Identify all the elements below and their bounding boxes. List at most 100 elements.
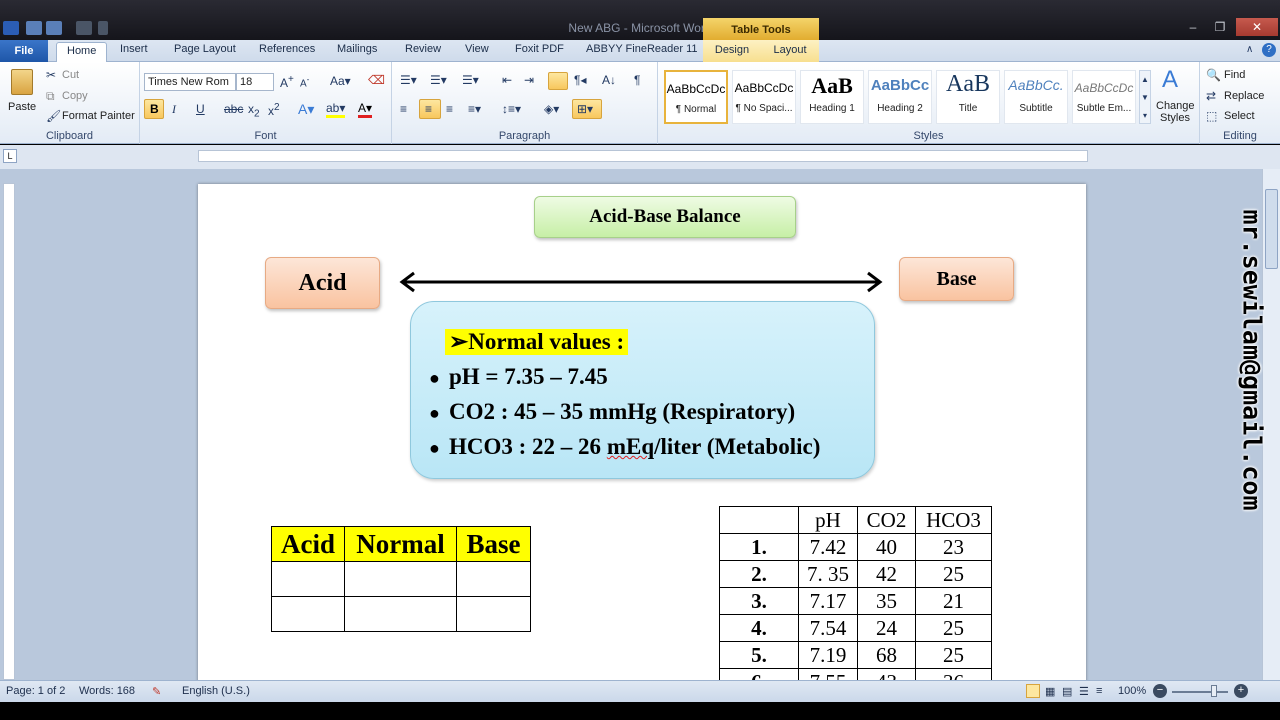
vertical-ruler[interactable] (3, 183, 15, 680)
style-subtle-emphasis[interactable]: AaBbCcDc Subtle Em... (1072, 70, 1136, 124)
tab-file[interactable]: File (0, 40, 48, 62)
tab-insert[interactable]: Insert (120, 43, 148, 55)
change-styles-button-line2[interactable]: Styles (1160, 112, 1190, 124)
multilevel-list-icon[interactable]: ☰▾ (462, 73, 479, 87)
font-color-icon[interactable]: A▾ (358, 101, 373, 118)
row-number-cell[interactable]: 2. (719, 560, 799, 588)
change-case-icon[interactable]: Aa▾ (330, 74, 351, 88)
zoom-slider-thumb[interactable] (1211, 685, 1217, 697)
font-name-dropdown[interactable]: Times New Rom (144, 73, 236, 91)
minimize-button[interactable]: – (1180, 18, 1206, 36)
co2-cell[interactable]: 35 (857, 587, 916, 615)
tab-selector[interactable]: L (3, 149, 17, 163)
help-icon[interactable]: ? (1262, 43, 1276, 57)
word-count[interactable]: Words: 168 (79, 685, 135, 697)
document-page[interactable]: Acid-Base Balance Acid Base ➢Normal valu… (198, 184, 1086, 696)
print-layout-view-icon[interactable] (1026, 684, 1040, 698)
shading-icon[interactable]: ◈▾ (544, 102, 559, 116)
zoom-level[interactable]: 100% (1118, 685, 1146, 697)
find-button[interactable]: Find (1224, 69, 1245, 81)
restore-button[interactable]: ❐ (1207, 18, 1233, 36)
row-number-cell[interactable]: 1. (719, 533, 799, 561)
hco3-cell[interactable]: 25 (915, 614, 992, 642)
hco3-cell[interactable]: 23 (915, 533, 992, 561)
format-painter-button[interactable]: Format Painter (62, 110, 135, 122)
table-cell[interactable] (456, 561, 531, 597)
borders-button[interactable]: ⊞▾ (572, 99, 602, 119)
abg-values-table[interactable]: pH CO2 HCO3 1. 7.42 40 23 2. 7. 35 42 25… (719, 506, 992, 696)
co2-cell[interactable]: 68 (857, 641, 916, 669)
hco3-cell[interactable]: 21 (915, 587, 992, 615)
co2-cell[interactable]: 24 (857, 614, 916, 642)
table-header-cell[interactable]: Base (456, 526, 531, 562)
co2-cell[interactable]: 42 (857, 560, 916, 588)
table-header-cell[interactable]: HCO3 (915, 506, 992, 534)
draft-view-icon[interactable]: ≡ (1096, 685, 1102, 697)
proofing-icon[interactable]: ✎ (152, 685, 161, 698)
hco3-cell[interactable]: 25 (915, 560, 992, 588)
align-right-icon[interactable]: ≡ (446, 102, 453, 116)
acid-shape[interactable]: Acid (265, 257, 380, 309)
grow-font-icon[interactable]: A+ (280, 74, 294, 90)
full-screen-reading-view-icon[interactable]: ▦ (1045, 685, 1055, 698)
strikethrough-icon[interactable]: abc (224, 102, 243, 116)
row-number-cell[interactable]: 3. (719, 587, 799, 615)
line-spacing-icon[interactable]: ↕≡▾ (502, 102, 521, 116)
normal-values-shape[interactable]: ➢Normal values : ● pH = 7.35 – 7.45 ● CO2 … (410, 301, 875, 479)
increase-indent-icon[interactable]: ⇥ (524, 73, 534, 87)
tab-references[interactable]: References (259, 43, 315, 55)
web-layout-view-icon[interactable]: ▤ (1062, 685, 1072, 698)
base-shape[interactable]: Base (899, 257, 1014, 301)
minimize-ribbon-icon[interactable]: ∧ (1246, 44, 1253, 55)
row-number-cell[interactable]: 5. (719, 641, 799, 669)
spelling-error-word[interactable]: mEq (607, 434, 654, 459)
outline-view-icon[interactable]: ☰ (1079, 685, 1089, 698)
co2-cell[interactable]: 40 (857, 533, 916, 561)
table-header-cell[interactable] (719, 506, 799, 534)
ph-cell[interactable]: 7.42 (798, 533, 858, 561)
italic-button[interactable]: I (172, 102, 176, 117)
table-header-cell[interactable]: CO2 (857, 506, 916, 534)
close-button[interactable]: ✕ (1236, 18, 1278, 36)
sort-icon[interactable]: A↓ (602, 73, 616, 87)
language-indicator[interactable]: English (U.S.) (182, 685, 250, 697)
style-heading-1[interactable]: AaB Heading 1 (800, 70, 864, 124)
tab-design[interactable]: Design (703, 40, 761, 62)
bullets-icon[interactable]: ☰▾ (400, 73, 417, 87)
table-header-cell[interactable]: pH (798, 506, 858, 534)
decrease-indent-icon[interactable]: ⇤ (502, 73, 512, 87)
subscript-icon[interactable]: x2 (248, 102, 260, 119)
page-count[interactable]: Page: 1 of 2 (6, 685, 65, 697)
highlight-color-icon[interactable]: ab▾ (326, 101, 346, 118)
tab-foxit-pdf[interactable]: Foxit PDF (515, 43, 564, 55)
cut-button[interactable]: Cut (62, 69, 79, 81)
rtl-direction-icon[interactable]: ¶◂ (574, 73, 586, 87)
underline-button[interactable]: U (196, 102, 205, 116)
clear-formatting-icon[interactable]: ⌫ (368, 73, 385, 87)
select-button[interactable]: Select (1224, 110, 1255, 122)
paste-button[interactable]: Paste (4, 66, 38, 124)
acid-normal-base-table[interactable]: Acid Normal Base (271, 526, 531, 632)
text-effects-icon[interactable]: A▾ (298, 101, 314, 118)
bold-button[interactable]: B (144, 99, 164, 119)
ltr-direction-button[interactable] (548, 72, 568, 90)
style-heading-2[interactable]: AaBbCc Heading 2 (868, 70, 932, 124)
table-header-cell[interactable]: Normal (344, 526, 457, 562)
ph-cell[interactable]: 7.19 (798, 641, 858, 669)
horizontal-ruler[interactable] (198, 150, 1088, 162)
hco3-cell[interactable]: 25 (915, 641, 992, 669)
table-cell[interactable] (271, 561, 345, 597)
ph-cell[interactable]: 7. 35 (798, 560, 858, 588)
align-center-button[interactable]: ≡ (419, 99, 441, 119)
zoom-slider[interactable] (1172, 691, 1228, 693)
change-styles-button[interactable]: Change (1156, 100, 1195, 112)
zoom-in-icon[interactable]: + (1234, 684, 1248, 698)
table-header-cell[interactable]: Acid (271, 526, 345, 562)
row-number-cell[interactable]: 4. (719, 614, 799, 642)
style-no-spacing[interactable]: AaBbCcDc ¶ No Spaci... (732, 70, 796, 124)
tab-page-layout[interactable]: Page Layout (174, 43, 236, 55)
table-cell[interactable] (271, 596, 345, 632)
font-size-dropdown[interactable]: 18 (236, 73, 274, 91)
shrink-font-icon[interactable]: A- (300, 74, 309, 89)
tab-abbyy-finereader[interactable]: ABBYY FineReader 11 (586, 43, 698, 55)
